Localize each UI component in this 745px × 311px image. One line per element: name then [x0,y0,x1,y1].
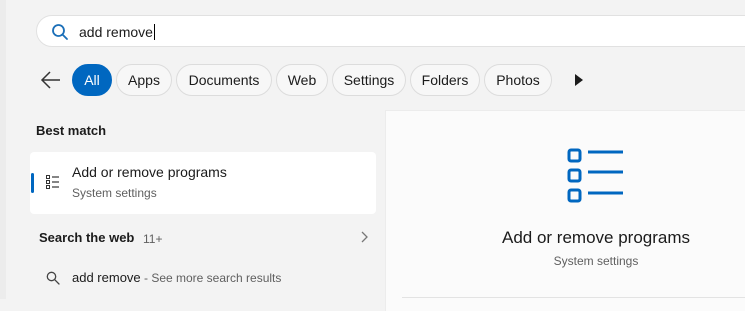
web-result-query: add remove [72,270,141,285]
web-result-hint: - See more search results [140,271,282,285]
filter-chip-label: Photos [496,72,540,88]
filter-chip-label: Web [287,72,317,88]
filter-chip-web[interactable]: Web [276,64,328,96]
filter-chip-all[interactable]: All [72,64,112,96]
filter-chip-label: Folders [421,72,469,88]
filter-chip-label: Documents [188,72,260,88]
list-settings-icon [567,148,623,203]
preview-pane: Add or remove programs System settings [385,110,745,311]
filter-chip-folders[interactable]: Folders [410,64,480,96]
result-title: Add or remove programs [72,164,227,180]
filter-chip-settings[interactable]: Settings [332,64,406,96]
filter-chip-label: Settings [343,72,395,88]
filter-chip-documents[interactable]: Documents [176,64,272,96]
best-match-header: Best match [36,123,107,138]
search-the-web-header[interactable]: Search the web [39,230,134,245]
search-icon [46,271,60,285]
search-query-text: add remove [79,24,153,40]
result-subtitle: System settings [72,186,157,200]
filter-chip-photos[interactable]: Photos [484,64,552,96]
back-arrow-icon[interactable] [38,68,64,92]
best-match-result[interactable]: Add or remove programs System settings [30,152,376,214]
chevron-right-icon[interactable] [358,230,370,244]
list-settings-icon [46,175,59,189]
filter-chip-label: Apps [128,72,160,88]
web-search-result[interactable]: add remove - See more search results [30,262,376,292]
filter-chip-apps[interactable]: Apps [116,64,172,96]
preview-subtitle: System settings [553,254,639,268]
background-window-edge [0,0,6,299]
selection-indicator [31,173,34,193]
filter-chip-label: All [84,72,100,88]
web-result-text: add remove - See more search results [72,270,281,285]
web-result-count: 11+ [143,232,163,246]
search-box[interactable]: add remove [36,15,745,47]
preview-title: Add or remove programs [501,228,691,247]
search-input[interactable]: add remove [79,24,155,40]
more-filters-icon[interactable] [570,72,586,88]
divider [402,297,745,298]
text-caret [153,24,155,40]
search-icon [52,24,68,40]
